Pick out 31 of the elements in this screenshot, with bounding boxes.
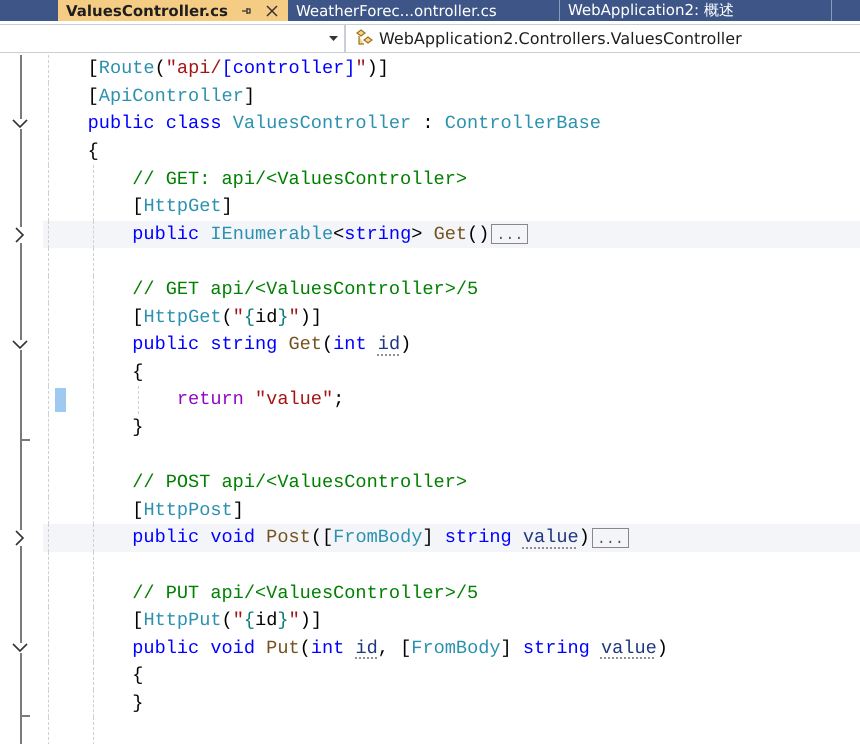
code-line: { — [86, 141, 99, 162]
collapsed-region[interactable]: ... — [491, 224, 528, 244]
file-tab[interactable]: WeatherForec...ontroller.cs — [288, 0, 560, 21]
code-line: // GET api/<ValuesController>/5 — [131, 279, 478, 300]
code-line: public class ValuesController : ControllerBase — [86, 113, 601, 134]
close-icon[interactable] — [264, 2, 280, 18]
code-line: [HttpPost] — [131, 500, 244, 521]
code-line: [HttpPut("{id}")] — [131, 610, 322, 632]
code-line: // GET: api/<ValuesController> — [131, 168, 468, 190]
code-line: public void Post([FromBody] string value) — [131, 527, 590, 548]
code-line: } — [131, 692, 144, 714]
file-tab[interactable]: WebApplication2: 概述 — [560, 0, 832, 21]
code-line: // PUT api/<ValuesController>/5 — [131, 582, 478, 604]
expand-chevron-icon[interactable] — [15, 530, 25, 546]
code-line: public IEnumerable<string> Get() — [131, 224, 490, 245]
collapsed-region[interactable]: ... — [592, 528, 629, 548]
file-tab[interactable]: ValuesController.cs — [58, 0, 288, 21]
code-line: [HttpGet("{id}")] — [131, 306, 322, 328]
code-line: } — [131, 417, 144, 438]
code-line: // POST api/<ValuesController> — [131, 472, 468, 494]
expand-chevron-icon[interactable] — [15, 226, 25, 243]
code-line: return "value"; — [176, 389, 344, 410]
code-line: { — [131, 362, 144, 383]
code-line: { — [131, 665, 144, 686]
dropdown-caret-icon[interactable] — [329, 36, 338, 41]
code-line: [ApiController] — [86, 86, 256, 107]
code-line: public string Get(int id) — [131, 334, 412, 356]
code-line: [Route("api/[controller]")] — [86, 58, 389, 80]
member-dropdown[interactable]: WebApplication2.Controllers.ValuesController — [379, 29, 742, 48]
code-line: [HttpGet] — [131, 196, 233, 218]
code-line: public void Put(int id, [FromBody] string value) — [131, 638, 668, 659]
